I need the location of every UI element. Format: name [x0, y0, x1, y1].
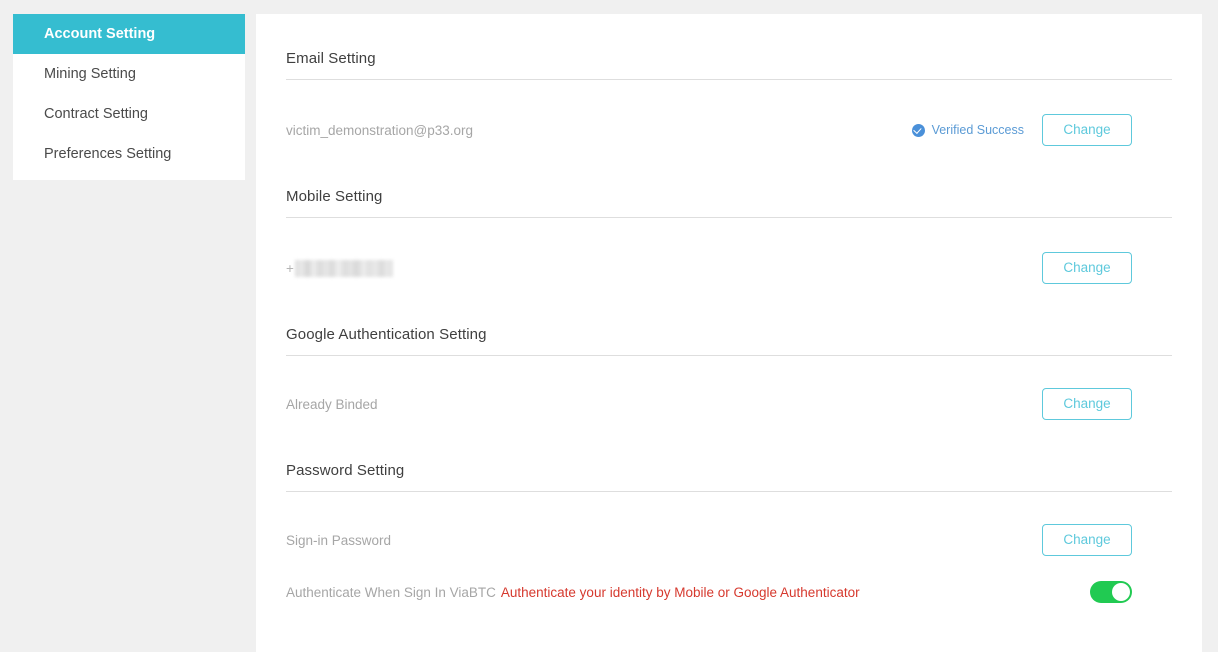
- section-title-mobile: Mobile Setting: [286, 188, 383, 205]
- signin-password-row: Sign-in Password Change: [286, 518, 1172, 562]
- authenticate-signin-label: Authenticate When Sign In ViaBTC: [286, 584, 496, 600]
- sidebar-item-label: Mining Setting: [44, 66, 136, 82]
- section-title-google-auth: Google Authentication Setting: [286, 326, 487, 343]
- google-auth-row-actions: Change: [1042, 388, 1132, 420]
- google-auth-row: Already Binded Change: [286, 382, 1172, 426]
- email-row-actions: Verified Success Change: [911, 114, 1132, 146]
- section-title-email: Email Setting: [286, 50, 376, 67]
- sidebar-nav: Account Setting Mining Setting Contract …: [13, 14, 245, 180]
- section-google-authentication-setting: Google Authentication Setting Already Bi…: [286, 290, 1172, 426]
- settings-content-panel: Email Setting victim_demonstration@p33.o…: [256, 14, 1202, 652]
- google-auth-status: Already Binded: [286, 396, 378, 412]
- authenticate-warning-text: Authenticate your identity by Mobile or …: [500, 584, 860, 600]
- mobile-value-prefix: +: [286, 260, 294, 276]
- google-auth-change-button[interactable]: Change: [1042, 388, 1132, 420]
- section-title-password: Password Setting: [286, 462, 405, 479]
- mobile-blur-mask: [294, 259, 393, 277]
- section-email-setting: Email Setting victim_demonstration@p33.o…: [286, 14, 1172, 152]
- section-divider: [286, 491, 1172, 492]
- email-status-label: Verified Success: [931, 123, 1024, 137]
- section-divider: [286, 355, 1172, 356]
- sidebar-item-mining-setting[interactable]: Mining Setting: [13, 54, 245, 94]
- authenticate-signin-toggle[interactable]: [1090, 581, 1132, 603]
- sidebar-item-label: Preferences Setting: [44, 146, 172, 162]
- authenticate-signin-row-actions: [1090, 581, 1132, 603]
- mobile-value-redacted: +: [286, 259, 393, 277]
- email-row: victim_demonstration@p33.org Verified Su…: [286, 108, 1172, 152]
- mobile-row: + Change: [286, 246, 1172, 290]
- section-mobile-setting: Mobile Setting + Change: [286, 152, 1172, 290]
- sidebar-item-contract-setting[interactable]: Contract Setting: [13, 94, 245, 134]
- password-change-button[interactable]: Change: [1042, 524, 1132, 556]
- sidebar-item-preferences-setting[interactable]: Preferences Setting: [13, 134, 245, 174]
- signin-password-label: Sign-in Password: [286, 532, 392, 548]
- authenticate-signin-row: Authenticate When Sign In ViaBTC Authent…: [286, 570, 1172, 614]
- section-divider: [286, 79, 1172, 80]
- mobile-row-actions: Change: [1042, 252, 1132, 284]
- section-divider: [286, 217, 1172, 218]
- email-value: victim_demonstration@p33.org: [286, 122, 474, 138]
- sidebar-item-account-setting[interactable]: Account Setting: [13, 14, 245, 54]
- signin-password-row-actions: Change: [1042, 524, 1132, 556]
- mobile-change-button[interactable]: Change: [1042, 252, 1132, 284]
- toggle-knob: [1112, 583, 1130, 601]
- account-setting-page: Account Setting Mining Setting Contract …: [0, 0, 1218, 652]
- section-password-setting: Password Setting Sign-in Password Change…: [286, 426, 1172, 614]
- sidebar-item-label: Contract Setting: [44, 106, 148, 122]
- authenticate-signin-text: Authenticate When Sign In ViaBTC Authent…: [286, 585, 860, 600]
- email-status-badge: Verified Success: [911, 123, 1024, 137]
- sidebar-item-label: Account Setting: [44, 26, 156, 42]
- email-change-button[interactable]: Change: [1042, 114, 1132, 146]
- check-circle-icon: [911, 123, 925, 137]
